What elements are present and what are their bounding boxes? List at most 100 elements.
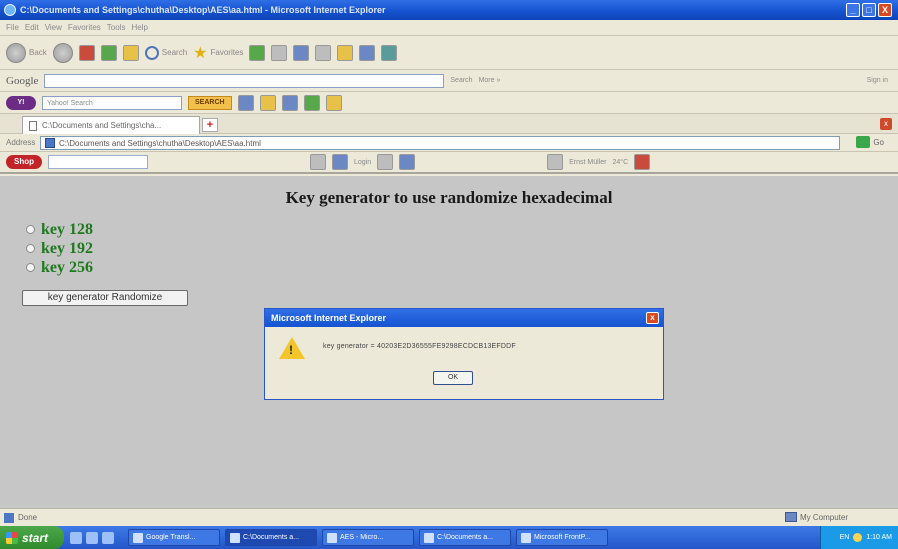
word-icon[interactable] xyxy=(359,44,376,61)
option-key-256[interactable]: key 256 xyxy=(26,258,93,277)
yahoo-logo[interactable]: Y! xyxy=(6,95,36,110)
system-tray: EN 1:10 AM xyxy=(820,526,898,549)
toolbar-button-icon[interactable] xyxy=(310,154,326,170)
yahoo-answers-icon[interactable] xyxy=(325,94,342,111)
task-aes[interactable]: AES - Micro... xyxy=(322,529,414,546)
option-key-192[interactable]: key 192 xyxy=(26,239,93,258)
address-url: C:\Documents and Settings\chutha\Desktop… xyxy=(59,138,261,148)
option-key-128[interactable]: key 128 xyxy=(26,220,93,239)
mail-icon[interactable] xyxy=(293,44,310,61)
yahoo-games-icon[interactable] xyxy=(303,94,320,111)
maximize-button[interactable]: □ xyxy=(862,3,876,17)
address-label: Address xyxy=(6,138,36,147)
page-icon xyxy=(45,138,55,148)
zone-label: My Computer xyxy=(799,512,848,522)
new-tab-button[interactable]: + xyxy=(202,118,218,132)
app-icon xyxy=(230,532,240,543)
tab-label: C:\Documents and Settings\cha... xyxy=(42,121,162,130)
address-input[interactable]: C:\Documents and Settings\chutha\Desktop… xyxy=(40,136,840,150)
folder-icon[interactable] xyxy=(337,44,354,61)
tab-current[interactable]: C:\Documents and Settings\cha... xyxy=(22,116,200,134)
menu-tools[interactable]: Tools xyxy=(107,23,126,32)
menu-favorites[interactable]: Favorites xyxy=(68,23,101,32)
google-more-link[interactable]: More » xyxy=(479,77,501,84)
radio-button[interactable] xyxy=(26,263,35,272)
yahoo-search-button[interactable]: SEARCH xyxy=(188,95,232,110)
menu-help[interactable]: Help xyxy=(131,23,147,32)
forward-button[interactable] xyxy=(52,42,73,63)
close-tab-icon[interactable]: x xyxy=(880,118,892,130)
back-button[interactable]: Back xyxy=(6,42,47,63)
task-frontpage[interactable]: Microsoft FrontP... xyxy=(516,529,608,546)
generate-key-button[interactable]: key generator Randomize xyxy=(22,290,188,306)
tray-icon[interactable] xyxy=(853,533,863,542)
go-label: Go xyxy=(873,137,884,147)
favorites-label: Favorites xyxy=(210,48,244,57)
dialog-title-bar: Microsoft Internet Explorer x xyxy=(265,309,663,327)
google-search-button[interactable]: Search xyxy=(450,77,472,84)
google-search-input[interactable] xyxy=(44,73,445,88)
security-zone: My Computer xyxy=(784,512,848,522)
toolbar-button-icon[interactable] xyxy=(332,154,348,170)
print-icon[interactable] xyxy=(315,44,332,61)
alert-dialog: Microsoft Internet Explorer x ! key gene… xyxy=(264,308,664,400)
screen: C:\Documents and Settings\chutha\Desktop… xyxy=(0,0,898,549)
links-search-input[interactable] xyxy=(48,155,148,169)
dialog-close-button[interactable]: x xyxy=(646,312,659,324)
status-text: Done xyxy=(18,513,38,522)
yahoo-news-icon[interactable] xyxy=(281,94,298,111)
title-bar: C:\Documents and Settings\chutha\Desktop… xyxy=(0,0,898,20)
go-button[interactable]: Go xyxy=(856,136,884,148)
stop-icon[interactable] xyxy=(78,44,95,61)
star-icon: ★ xyxy=(193,44,208,62)
toolbar-button-icon[interactable] xyxy=(399,154,416,170)
app-icon xyxy=(133,532,143,543)
minimize-button[interactable]: _ xyxy=(846,3,860,17)
yahoo-messenger-icon[interactable] xyxy=(259,94,276,111)
taskbar: start Google Transl... C:\Documents a...… xyxy=(0,526,898,549)
task-google-translate[interactable]: Google Transl... xyxy=(128,529,220,546)
go-arrow-icon xyxy=(856,136,871,148)
history-icon[interactable] xyxy=(271,44,288,61)
dialog-message: key generator = 40203E2D36555FE9298ECDCB… xyxy=(323,343,516,350)
quick-launch-icon[interactable] xyxy=(86,531,98,544)
page-done-icon xyxy=(4,512,14,523)
shop-logo[interactable]: Shop xyxy=(6,155,42,169)
task-documents-2[interactable]: C:\Documents a... xyxy=(419,529,511,546)
toolbar-button-icon[interactable] xyxy=(377,154,394,170)
ok-button[interactable]: OK xyxy=(433,371,473,385)
media-icon[interactable] xyxy=(249,44,266,61)
yahoo-search-placeholder: Yahoo! Search xyxy=(47,99,93,107)
user-name[interactable]: Ernst Müller xyxy=(569,159,606,166)
language-indicator[interactable]: EN xyxy=(840,534,850,541)
quick-launch-icon[interactable] xyxy=(102,531,114,544)
google-signin-link[interactable]: Sign in xyxy=(867,77,888,84)
close-button[interactable]: X xyxy=(878,3,892,17)
radio-button[interactable] xyxy=(26,225,35,234)
login-link[interactable]: Login xyxy=(354,159,371,166)
messenger-icon[interactable] xyxy=(381,44,398,61)
favorites-button[interactable]: ★ Favorites xyxy=(193,43,243,63)
toolbar-button-icon[interactable] xyxy=(547,154,564,170)
navigation-toolbar: Back Search ★ Favorites xyxy=(0,36,898,70)
toolbar-button-icon[interactable] xyxy=(634,154,651,170)
weather-readout[interactable]: 24°C xyxy=(612,159,628,166)
start-button[interactable]: start xyxy=(0,526,64,549)
task-documents[interactable]: C:\Documents a... xyxy=(225,529,317,546)
task-label: C:\Documents a... xyxy=(243,534,300,541)
menu-view[interactable]: View xyxy=(45,23,62,32)
quick-launch-icon[interactable] xyxy=(70,531,82,544)
key-size-options: key 128 key 192 key 256 xyxy=(26,220,93,277)
radio-button[interactable] xyxy=(26,244,35,253)
task-label: C:\Documents a... xyxy=(437,534,494,541)
home-icon[interactable] xyxy=(122,44,139,61)
yahoo-search-input[interactable]: Yahoo! Search xyxy=(42,95,182,110)
menu-edit[interactable]: Edit xyxy=(25,23,39,32)
refresh-icon[interactable] xyxy=(100,44,117,61)
menu-file[interactable]: File xyxy=(6,23,19,32)
search-button[interactable]: Search xyxy=(144,45,187,60)
windows-flag-icon xyxy=(6,531,18,544)
yahoo-mail-icon[interactable] xyxy=(237,94,254,111)
warning-exclamation-icon: ! xyxy=(289,343,293,357)
menu-bar: File Edit View Favorites Tools Help xyxy=(0,20,898,36)
